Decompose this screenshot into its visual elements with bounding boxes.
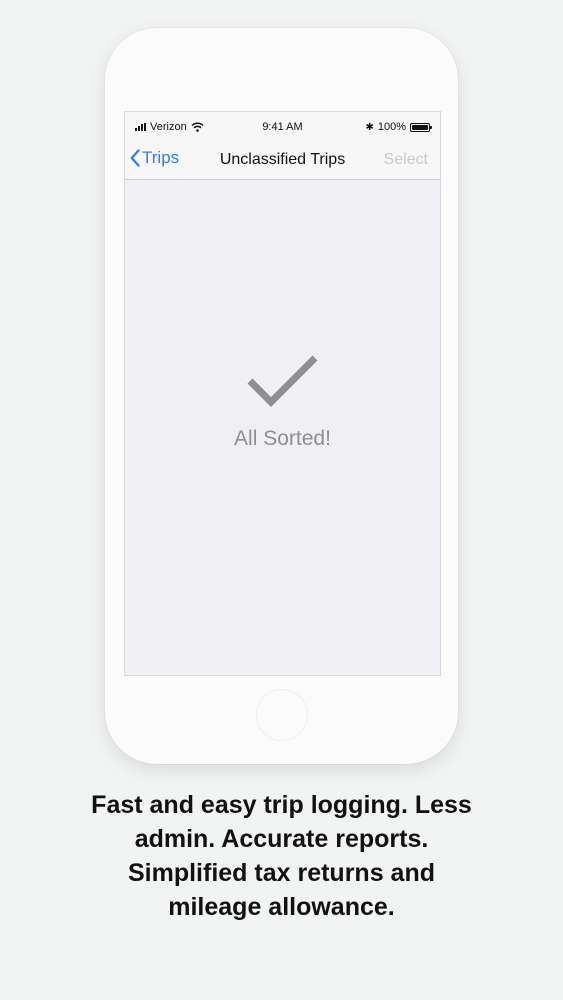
promo-caption: Fast and easy trip logging. Less admin. … <box>0 788 563 924</box>
checkmark-icon <box>247 355 317 407</box>
battery-icon <box>410 122 432 132</box>
status-bar: Verizon 9:41 AM ✱ 100% <box>125 112 440 142</box>
home-button[interactable] <box>256 689 308 741</box>
status-right: ✱ 100% <box>365 121 432 133</box>
bluetooth-icon: ✱ <box>365 121 374 133</box>
navigation-bar: Trips Unclassified Trips Select <box>125 142 440 180</box>
caption-line: mileage allowance. <box>168 893 395 921</box>
caption-line: Simplified tax returns and <box>127 859 435 887</box>
empty-state: All Sorted! <box>125 352 440 451</box>
battery-fill <box>412 124 428 130</box>
select-button[interactable]: Select <box>384 151 428 169</box>
battery-percent: 100% <box>377 121 406 133</box>
phone-screen: Verizon 9:41 AM ✱ 100% Trips Unclassifie… <box>124 111 441 676</box>
caption-line: Fast and easy trip logging. Less <box>91 791 472 819</box>
caption-line: admin. Accurate reports. <box>134 825 429 853</box>
empty-state-message: All Sorted! <box>234 427 331 450</box>
